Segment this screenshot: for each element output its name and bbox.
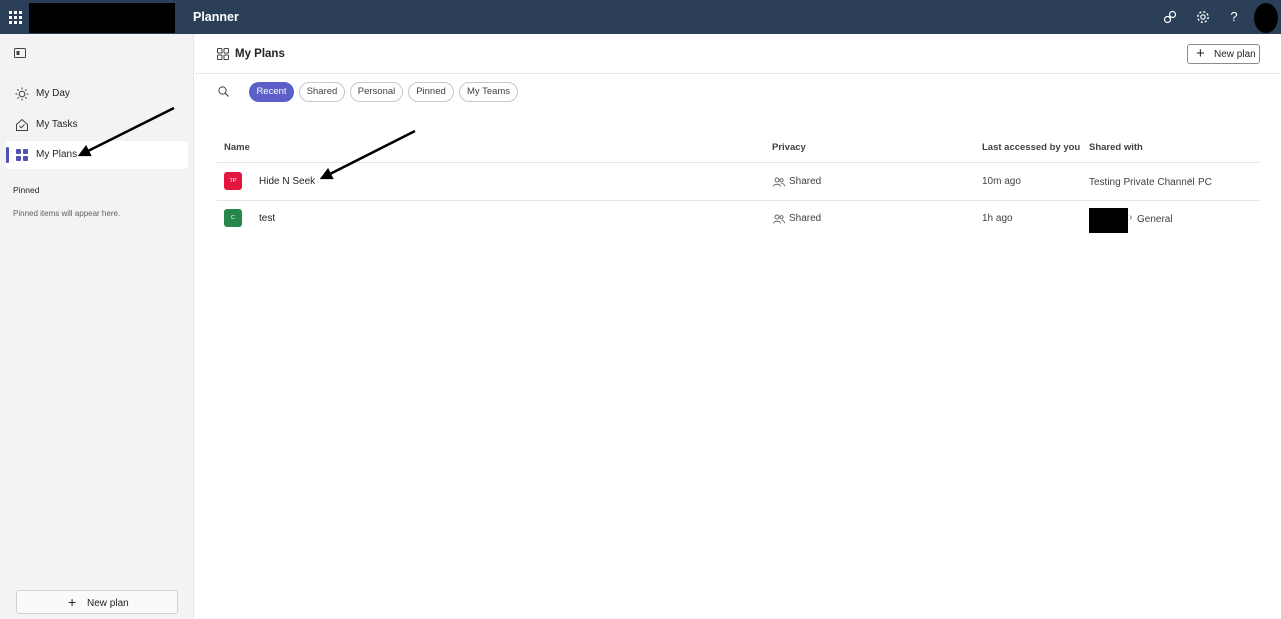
grid-icon	[16, 149, 28, 161]
top-bar: Planner ?	[0, 0, 1281, 34]
plan-name[interactable]: test	[259, 213, 275, 224]
people-icon	[773, 177, 785, 187]
redacted-org-logo	[29, 3, 175, 33]
shared-channel-link[interactable]: PC	[1198, 177, 1212, 188]
filter-pinned[interactable]: Pinned	[408, 82, 454, 102]
column-header-shared-with[interactable]: Shared with	[1089, 142, 1143, 153]
plan-badge: TP	[224, 172, 242, 190]
sidebar-item-label: My Plans	[36, 149, 78, 160]
sidebar-item-my-plans[interactable]: My Plans	[6, 141, 188, 169]
sidebar-item-label: My Tasks	[36, 119, 78, 130]
sun-icon	[15, 87, 29, 101]
header-divider	[195, 73, 1281, 74]
plus-icon: +	[1196, 45, 1205, 62]
app-title: Planner	[193, 10, 239, 24]
collapse-pane-icon[interactable]	[14, 48, 26, 58]
new-plan-label: New plan	[1214, 49, 1256, 60]
help-icon[interactable]: ?	[1228, 9, 1240, 24]
sidebar-new-plan-button[interactable]: + New plan	[16, 590, 178, 614]
sidebar-item-my-tasks[interactable]: My Tasks	[6, 111, 188, 139]
sidebar: My Day My Tasks My Plans Pinned Pinned i…	[0, 34, 194, 619]
row-divider	[217, 200, 1260, 201]
chevron-right-icon: ›	[1129, 212, 1133, 223]
column-header-privacy[interactable]: Privacy	[772, 142, 806, 153]
new-plan-button[interactable]: + New plan	[1187, 44, 1260, 64]
pinned-heading: Pinned	[13, 185, 40, 195]
plan-name[interactable]: Hide N Seek	[259, 176, 315, 187]
filter-shared[interactable]: Shared	[299, 82, 345, 102]
shared-channel-link[interactable]: General	[1137, 214, 1173, 225]
privacy-label: Shared	[789, 176, 822, 187]
sidebar-item-label: My Day	[36, 88, 70, 99]
filter-my-teams[interactable]: My Teams	[459, 82, 518, 102]
pinned-empty-text: Pinned items will appear here.	[13, 209, 121, 218]
avatar[interactable]	[1254, 3, 1278, 33]
share-link-icon[interactable]	[1162, 9, 1178, 25]
waffle-icon[interactable]	[9, 11, 22, 24]
filter-personal[interactable]: Personal	[350, 82, 403, 102]
active-indicator	[6, 147, 9, 163]
header-row-divider	[217, 162, 1260, 163]
people-icon	[773, 214, 785, 224]
chevron-right-icon: ›	[1189, 175, 1193, 186]
gear-icon[interactable]	[1195, 9, 1211, 25]
column-header-name[interactable]: Name	[224, 142, 250, 153]
sidebar-item-my-day[interactable]: My Day	[6, 80, 188, 108]
home-tasks-icon	[16, 118, 28, 131]
column-header-last-accessed[interactable]: Last accessed by you	[982, 142, 1080, 153]
last-accessed: 10m ago	[982, 176, 1021, 187]
plus-icon: +	[68, 594, 77, 610]
redacted-team-name	[1089, 208, 1128, 233]
last-accessed: 1h ago	[982, 213, 1013, 224]
privacy-label: Shared	[789, 213, 822, 224]
page-title: My Plans	[235, 48, 285, 60]
grid-icon	[217, 48, 229, 60]
arrow-annotation	[319, 129, 416, 180]
new-plan-label: New plan	[87, 598, 129, 609]
filter-recent[interactable]: Recent	[249, 82, 294, 102]
search-icon[interactable]	[218, 86, 229, 97]
shared-team-link[interactable]: Testing Private Channel	[1089, 177, 1195, 188]
plan-badge: C	[224, 209, 242, 227]
